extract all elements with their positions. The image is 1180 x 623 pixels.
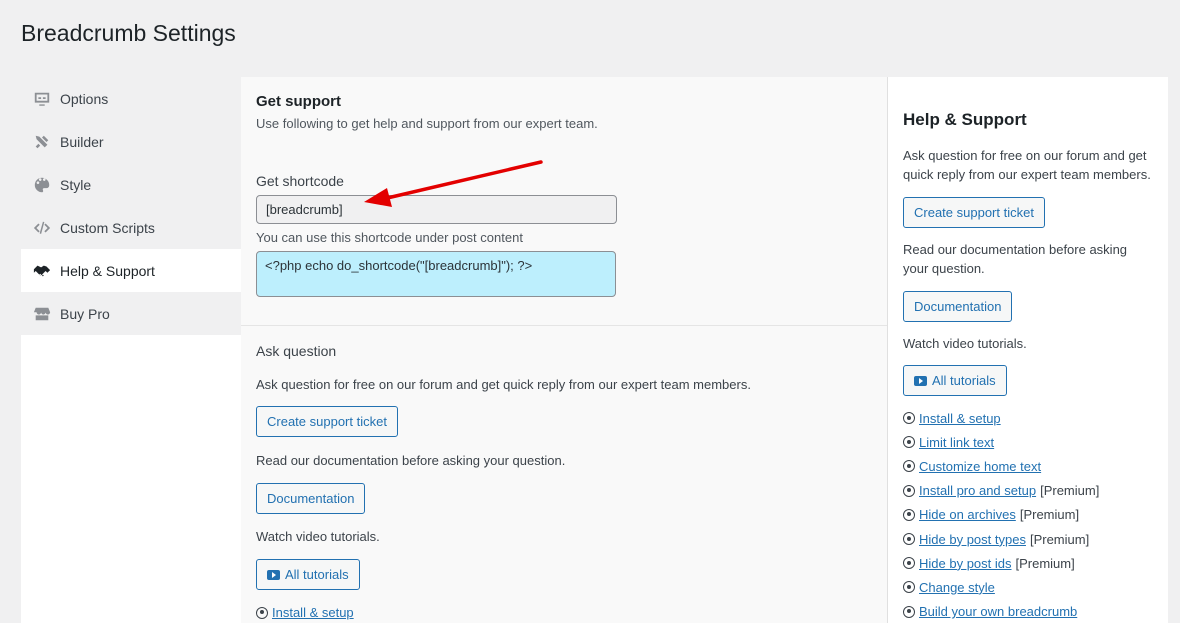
list-item: Install & setup xyxy=(903,406,1153,430)
store-icon xyxy=(32,304,52,324)
red-arrow-annotation xyxy=(364,160,543,207)
bullet-icon xyxy=(903,508,915,521)
nav-item-style[interactable]: Style xyxy=(21,163,241,206)
nav-item-builder[interactable]: Builder xyxy=(21,120,241,163)
list-item: Limit link text xyxy=(903,430,1153,454)
side-documentation-button[interactable]: Documentation xyxy=(903,291,1013,322)
list-item: Install & setup xyxy=(256,605,872,620)
side-all-tutorials-label: All tutorials xyxy=(932,373,996,388)
list-item: Hide by post types [Premium] xyxy=(903,527,1153,551)
tutorial-link[interactable]: Build your own breadcrumb xyxy=(919,604,1077,619)
section-heading: Get support xyxy=(256,93,341,110)
bullet-icon xyxy=(903,460,915,473)
side-all-tutorials-button[interactable]: All tutorials xyxy=(903,365,1007,396)
video-text: Watch video tutorials. xyxy=(256,529,380,544)
tutorial-link[interactable]: Install pro and setup xyxy=(919,483,1036,498)
install-setup-link[interactable]: Install & setup xyxy=(272,605,354,620)
nav-item-buy-pro[interactable]: Buy Pro xyxy=(21,292,241,335)
bullet-icon xyxy=(903,533,915,546)
nav-item-label: Style xyxy=(60,176,92,193)
bullet-icon xyxy=(903,484,915,497)
ask-question-label: Ask question xyxy=(256,343,337,359)
list-item: Change style xyxy=(903,575,1153,599)
tutorial-link[interactable]: Hide by post ids xyxy=(919,556,1012,571)
list-item: Customize home text xyxy=(903,454,1153,478)
palette-icon xyxy=(32,175,52,195)
main-panel: Get support Use following to get help an… xyxy=(241,77,887,623)
shortcode-label: Get shortcode xyxy=(256,173,344,189)
bullet-icon xyxy=(903,581,915,594)
nav-item-label: Options xyxy=(60,90,109,107)
documentation-button[interactable]: Documentation xyxy=(256,483,366,514)
list-item: Hide by post ids [Premium] xyxy=(903,551,1153,575)
youtube-icon xyxy=(914,375,927,386)
bullet-icon xyxy=(903,557,915,570)
list-item: Build your own breadcrumb xyxy=(903,600,1153,623)
nav-item-label: Buy Pro xyxy=(60,305,110,322)
tutorial-link[interactable]: Change style xyxy=(919,580,995,595)
shortcode-hint: You can use this shortcode under post co… xyxy=(256,230,523,245)
list-item: Install pro and setup [Premium] xyxy=(903,479,1153,503)
tutorial-link[interactable]: Hide by post types xyxy=(919,532,1026,547)
bullet-icon xyxy=(256,606,268,619)
list-item: Hide on archives [Premium] xyxy=(903,503,1153,527)
nav-item-options[interactable]: Options xyxy=(21,77,241,120)
nav-item-custom-scripts[interactable]: Custom Scripts xyxy=(21,206,241,249)
premium-tag: [Premium] xyxy=(1015,555,1075,571)
premium-tag: [Premium] xyxy=(1019,507,1080,523)
help-support-panel: Help & Support Ask question for free on … xyxy=(887,77,1168,623)
tutorial-link[interactable]: Hide on archives xyxy=(919,507,1016,522)
monitor-icon xyxy=(32,89,52,109)
section-subtext: Use following to get help and support fr… xyxy=(256,116,598,131)
tutorial-link[interactable]: Install & setup xyxy=(919,411,1001,426)
bullet-icon xyxy=(903,436,915,449)
code-icon xyxy=(32,218,52,238)
ask-question-section: Ask question Ask question for free on ou… xyxy=(241,326,887,620)
get-support-section: Get support Use following to get help an… xyxy=(241,77,887,326)
all-tutorials-button[interactable]: All tutorials xyxy=(256,559,360,590)
tutorial-links-list: Install & setup Limit link text Customiz… xyxy=(903,406,1153,623)
tutorial-link[interactable]: Limit link text xyxy=(919,435,994,450)
bullet-icon xyxy=(903,412,915,425)
side-video-text: Watch video tutorials. xyxy=(903,336,1027,351)
documentation-text: Read our documentation before asking you… xyxy=(256,453,566,468)
tools-icon xyxy=(32,132,52,152)
handshake-icon xyxy=(32,261,52,281)
ask-question-text: Ask question for free on our forum and g… xyxy=(256,377,751,392)
side-ask-text: Ask question for free on our forum and g… xyxy=(903,148,1151,182)
nav-item-help-support[interactable]: Help & Support xyxy=(21,249,241,292)
help-support-title: Help & Support xyxy=(903,110,1027,129)
settings-nav: Options Builder Style Custom Scripts Hel… xyxy=(21,77,241,623)
youtube-icon xyxy=(267,569,280,580)
page-title: Breadcrumb Settings xyxy=(21,20,236,46)
create-support-ticket-button[interactable]: Create support ticket xyxy=(256,406,398,437)
premium-tag: [Premium] xyxy=(1040,483,1100,499)
nav-item-label: Custom Scripts xyxy=(60,219,155,236)
nav-item-label: Builder xyxy=(60,133,104,150)
tutorial-link[interactable]: Customize home text xyxy=(919,459,1041,474)
php-code-textarea[interactable]: <?php echo do_shortcode("[breadcrumb]");… xyxy=(256,251,616,297)
premium-tag: [Premium] xyxy=(1029,531,1090,547)
all-tutorials-label: All tutorials xyxy=(285,567,349,582)
bullet-icon xyxy=(903,605,915,618)
side-documentation-text: Read our documentation before asking you… xyxy=(903,242,1128,276)
nav-item-label: Help & Support xyxy=(60,262,155,279)
side-create-support-ticket-button[interactable]: Create support ticket xyxy=(903,197,1045,228)
